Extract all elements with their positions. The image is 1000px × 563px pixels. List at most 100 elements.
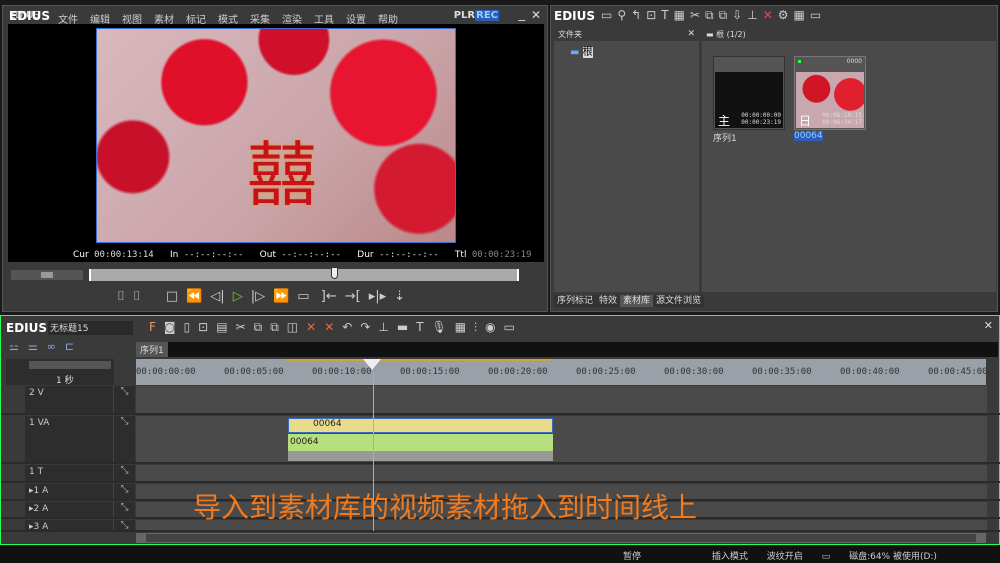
close-folder-icon[interactable]: ✕ <box>687 29 695 39</box>
redo-icon[interactable]: ↷ <box>360 320 378 334</box>
step-forward-icon[interactable]: |▷ <box>251 289 265 304</box>
color-icon[interactable]: ◉ <box>485 320 503 334</box>
marker-icon[interactable]: ⊥ <box>378 320 396 334</box>
mic-icon[interactable]: 🎙 <box>432 320 455 334</box>
player-window: EDIUS EDIUS 文件 编辑 视图 素材 标记 模式 采集 渲染 工具 设置 帮助 PLRRE… <box>2 5 548 312</box>
split-icon[interactable]: ◫ <box>287 320 306 334</box>
sequence-icon: 主 <box>718 114 731 128</box>
timeline-app-logo: EDIUS <box>6 321 48 335</box>
close-icon[interactable]: ✕ <box>531 8 541 22</box>
video-clip-icon: 日 <box>799 114 812 128</box>
timeline-toolbar: F◙▯⊡▤✂⧉⧉◫✕✕↶↷⊥▬T🎙▦⫶◉▭ <box>149 320 523 335</box>
open-icon[interactable]: ⊡ <box>198 320 216 334</box>
export-icon[interactable]: ⇣ <box>394 289 405 304</box>
rec-button[interactable]: REC <box>475 10 499 21</box>
new-icon[interactable]: ▯ <box>184 320 199 334</box>
ripple-delete-icon[interactable]: ✕ <box>324 320 342 334</box>
track-1t: 1 T ⤡ <box>1 465 1000 483</box>
tab-source-browser[interactable]: 源文件浏览 <box>653 295 705 307</box>
shuttle-slider[interactable] <box>11 270 83 280</box>
loop-icon[interactable]: ▭ <box>297 289 309 304</box>
time-ruler[interactable]: 00:00:00:00 00:00:05:00 00:00:10:00 00:0… <box>136 359 988 385</box>
clip-sequence[interactable]: 主 00:00:00:00 00:00:23:19 <box>713 56 785 130</box>
window-icon[interactable]: ▭ <box>810 8 826 22</box>
view-icon[interactable]: ▦ <box>794 8 810 22</box>
color-bar-icon[interactable]: ▦ <box>674 8 690 22</box>
status-bar: 暂停 插入模式 波纹开启 ▭ 磁盘:64% 被使用(D:) <box>0 546 1000 563</box>
step-back-icon[interactable]: ◁| <box>210 289 224 304</box>
list-icon[interactable]: ▦ <box>455 320 474 334</box>
snapshot-icon[interactable]: ◙ <box>164 320 184 334</box>
fast-forward-icon[interactable]: ⏩ <box>273 289 289 304</box>
folder-root[interactable]: ▬ 根 <box>570 43 699 58</box>
insert-icon[interactable]: ]← <box>321 289 337 304</box>
link-icon[interactable]: ⚍ <box>9 340 28 353</box>
project-name: 无标题15 <box>48 321 133 335</box>
paste-icon[interactable]: ⧉ <box>719 8 733 22</box>
bin-toolbar: ▭⚲↰⊡T▦✂⧉⧉⇩⊥✕⚙▦▭ <box>601 8 826 23</box>
folder-icon[interactable]: ▭ <box>601 8 617 22</box>
up-icon[interactable]: ↰ <box>631 8 646 22</box>
render-icon[interactable]: ▬ <box>397 320 416 334</box>
dur-timecode: --:--:--:-- <box>379 250 439 260</box>
paste-icon[interactable]: ⧉ <box>270 320 287 334</box>
title-icon[interactable]: T <box>416 320 431 334</box>
app-logo: EDIUS <box>9 9 51 23</box>
track-1va: 1 VA ⤡ 00064 00064 <box>1 416 1000 464</box>
replace-icon[interactable]: ▸|▸ <box>369 289 386 304</box>
status-disk: 磁盘:64% 被使用(D:) <box>849 552 937 562</box>
scrub-handle[interactable] <box>331 267 338 279</box>
add-to-timeline-icon[interactable]: ⇩ <box>732 8 747 22</box>
insert-icon[interactable]: ⊥ <box>747 8 762 22</box>
timecode-bar: Cur 00:00:13:14 In --:--:--:-- Out --:--… <box>73 250 532 260</box>
properties-icon[interactable]: ⚙ <box>778 8 794 22</box>
tab-bin[interactable]: 素材库 <box>620 295 654 307</box>
save-icon[interactable]: ▤ <box>216 320 235 334</box>
delete-icon[interactable]: ✕ <box>763 8 778 22</box>
playhead-handle[interactable] <box>363 359 381 370</box>
rewind-icon[interactable]: ⏪ <box>186 289 202 304</box>
folder-header: 文件夹 <box>554 29 699 41</box>
group-icon[interactable]: ⚌ <box>28 340 47 353</box>
cut-icon[interactable]: ✂ <box>690 8 705 22</box>
video-clip[interactable]: 00064 <box>288 418 553 433</box>
mode-icon[interactable]: F <box>149 320 164 334</box>
horizontal-scrollbar[interactable] <box>136 533 986 543</box>
title-icon[interactable]: T <box>661 8 673 22</box>
copy-icon[interactable]: ⧉ <box>254 320 271 334</box>
video-frame: 囍 <box>96 28 456 243</box>
zoom-slider[interactable] <box>29 361 111 369</box>
cut-icon[interactable]: ✂ <box>236 320 254 334</box>
tab-effects[interactable]: 特效 <box>596 295 621 307</box>
tab-sequence-markers[interactable]: 序列标记 <box>554 295 597 307</box>
undo-icon[interactable]: ↶ <box>342 320 360 334</box>
audio-clip[interactable]: 00064 <box>288 434 553 451</box>
timeline-window: EDIUS 无标题15 F◙▯⊡▤✂⧉⧉◫✕✕↶↷⊥▬T🎙▦⫶◉▭ ✕ ⚍⚌∞⊏… <box>0 315 1000 545</box>
tab-sequence1[interactable]: 序列1 <box>136 342 168 357</box>
mixer-icon[interactable]: ⫶ <box>474 320 485 334</box>
snap-icon[interactable]: ⊏ <box>65 340 83 353</box>
status-ripple: 波纹开启 <box>766 552 803 562</box>
out-timecode: --:--:--:-- <box>281 250 342 260</box>
plr-button[interactable]: PLR <box>454 10 475 21</box>
subtitle-caption: 导入到素材库的视频素材拖入到时间线上 <box>193 491 698 524</box>
clip-pane: ▬ 根 (1/2) 主 00:00:00:00 00:00:23:19 序列1 0… <box>702 29 996 292</box>
add-clip-icon[interactable]: ⊡ <box>646 8 661 22</box>
clip-video[interactable]: 0000 日 00:06:19:15 00:06:34:17 <box>794 56 866 130</box>
scrub-bar[interactable] <box>89 267 519 281</box>
sync-icon[interactable]: ∞ <box>47 340 65 353</box>
search-icon[interactable]: ⚲ <box>617 8 631 22</box>
play-icon[interactable]: ▷ <box>233 289 243 304</box>
overwrite-icon[interactable]: →[ <box>345 289 361 304</box>
copy-icon[interactable]: ⧉ <box>705 8 719 22</box>
set-in-icon[interactable]: ⌷ <box>117 289 125 304</box>
bin-app-logo: EDIUS <box>554 9 596 23</box>
timescale-select[interactable]: 1 秒 <box>56 373 74 386</box>
minimize-icon[interactable]: _ <box>519 7 526 22</box>
delete-icon[interactable]: ✕ <box>306 320 324 334</box>
timeline-close-icon[interactable]: ✕ <box>984 319 993 332</box>
bin-tabs: 序列标记 特效 素材库 源文件浏览 <box>554 293 705 307</box>
stop-icon[interactable]: □ <box>166 289 178 304</box>
window-icon[interactable]: ▭ <box>504 320 523 334</box>
set-out-icon[interactable]: ⌷ <box>133 289 141 304</box>
